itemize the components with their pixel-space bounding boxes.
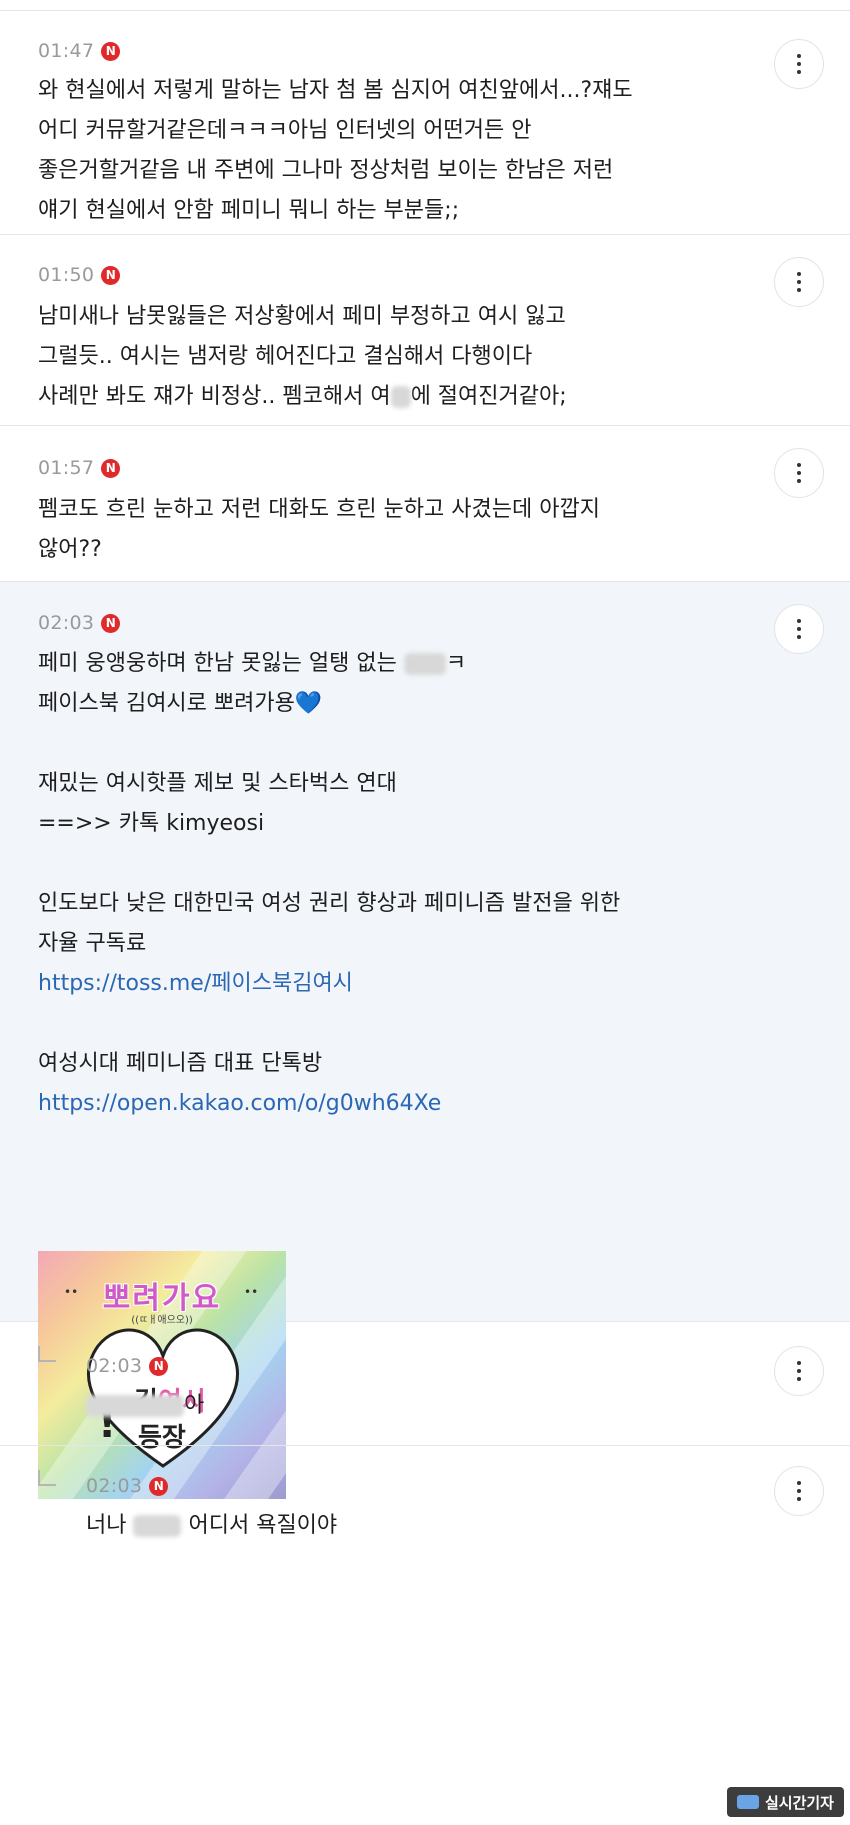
comment-body: 너나 어디서 욕질이야 bbox=[86, 1506, 816, 1546]
comment-meta: 02:03 N bbox=[86, 1472, 169, 1500]
more-options-button[interactable] bbox=[774, 448, 824, 498]
comment-time: 01:57 bbox=[38, 457, 95, 479]
comment-item: 01:47 N 와 현실에서 저렇게 말하는 남자 첨 봄 심지어 여친앞에서.… bbox=[0, 11, 850, 235]
censored-text bbox=[133, 1515, 182, 1537]
comment-line: 자율 구독료 bbox=[38, 931, 147, 956]
more-options-button[interactable] bbox=[774, 39, 824, 89]
more-options-button[interactable] bbox=[774, 257, 824, 307]
comment-item: 01:57 N 펨코도 흐린 눈하고 저런 대화도 흐린 눈하고 사겼는데 아깝… bbox=[0, 426, 850, 582]
dot-icon bbox=[797, 288, 801, 292]
comment-line: 인도보다 낮은 대한민국 여성 권리 향상과 페미니즘 발전을 위한 bbox=[38, 891, 621, 916]
comment-line-part: 페미 웅앵웅하며 한남 못잃는 얼탱 없는 bbox=[38, 651, 397, 676]
comment-line: 여성시대 페미니즘 대표 단톡방 bbox=[38, 1051, 323, 1076]
comment-time: 02:03 bbox=[86, 1475, 143, 1497]
more-options-button[interactable] bbox=[774, 604, 824, 654]
comment-meta: 01:50 N bbox=[38, 261, 121, 289]
comment-line: 좋은거할거같음 내 주변에 그나마 정상처럼 보이는 한남은 저런 bbox=[38, 158, 614, 183]
comment-line: 그럴듯.. 여시는 냄저랑 헤어진다고 결심해서 다행이다 bbox=[38, 344, 533, 369]
comment-time: 02:03 bbox=[86, 1355, 143, 1377]
dot-icon bbox=[797, 54, 801, 58]
comment-line: 펨코도 흐린 눈하고 저런 대화도 흐린 눈하고 사겼는데 아깝지 bbox=[38, 497, 600, 522]
dot-icon bbox=[797, 1497, 801, 1501]
dot-icon bbox=[797, 1369, 801, 1373]
comment-line: ==>> 카톡 kimyeosi bbox=[38, 811, 265, 836]
dot-icon bbox=[797, 635, 801, 639]
reply-item: 02:03 N 너나 어디서 욕질이야 bbox=[0, 1446, 850, 1825]
comment-line: 너나 어디서 욕질이야 bbox=[86, 1506, 816, 1546]
comment-line: 얘기 현실에서 안함 페미니 뭐니 하는 부분들;; bbox=[38, 198, 460, 223]
watermark: 실시간기자 bbox=[726, 1787, 844, 1817]
new-badge: N bbox=[101, 41, 121, 61]
comment-line: 재밌는 여시핫플 제보 및 스타벅스 연대 bbox=[38, 771, 397, 796]
comment-time: 02:03 bbox=[38, 612, 95, 634]
comment-meta: 01:47 N bbox=[38, 37, 121, 65]
dot-icon bbox=[797, 463, 801, 467]
comment-time: 01:50 bbox=[38, 264, 95, 286]
comment-line-part: 사례만 봐도 쟤가 비정상.. 펨코해서 여 bbox=[38, 384, 391, 409]
dot-icon bbox=[797, 1489, 801, 1493]
comment-line-part: 에 절여진거같아; bbox=[410, 384, 567, 409]
comment-line: 남미새나 남못잃들은 저상황에서 페미 부정하고 여시 잃고 bbox=[38, 304, 566, 329]
comment-body: 아 bbox=[86, 1386, 816, 1426]
comment-line-part: 너나 bbox=[86, 1513, 127, 1538]
new-badge: N bbox=[149, 1476, 169, 1496]
dot-icon bbox=[797, 62, 801, 66]
comment-line: 어디 커뮤할거같은데ㅋㅋㅋ아님 인터넷의 어떤거든 안 bbox=[38, 118, 532, 143]
new-badge: N bbox=[101, 458, 121, 478]
dot-icon bbox=[797, 70, 801, 74]
reply-item: 02:03 N 아 bbox=[0, 1322, 850, 1446]
comment-meta: 01:57 N bbox=[38, 454, 121, 482]
dot-icon bbox=[797, 272, 801, 276]
comment-body: 펨코도 흐린 눈하고 저런 대화도 흐린 눈하고 사겼는데 아깝지 않어?? bbox=[38, 490, 768, 570]
new-badge: N bbox=[101, 265, 121, 285]
reply-arrow-icon bbox=[38, 1470, 56, 1486]
censored-text bbox=[390, 386, 411, 408]
dot-icon bbox=[797, 479, 801, 483]
comment-meta: 02:03 N bbox=[38, 609, 121, 637]
dot-icon bbox=[797, 280, 801, 284]
comment-line-part: 어디서 욕질이야 bbox=[188, 1513, 338, 1538]
comment-item: 01:50 N 남미새나 남못잃들은 저상황에서 페미 부정하고 여시 잃고 그… bbox=[0, 235, 850, 426]
censored-text bbox=[403, 653, 446, 675]
reply-arrow-icon bbox=[38, 1346, 56, 1362]
comment-body: 남미새나 남못잃들은 저상황에서 페미 부정하고 여시 잃고 그럴듯.. 여시는… bbox=[38, 297, 768, 417]
comment-body: 와 현실에서 저렇게 말하는 남자 첨 봄 심지어 여친앞에서...?쟤도 어디… bbox=[38, 71, 768, 231]
new-badge: N bbox=[149, 1356, 169, 1376]
dot-icon bbox=[797, 1361, 801, 1365]
logo-icon bbox=[736, 1795, 759, 1809]
comment-time: 01:47 bbox=[38, 40, 95, 62]
comment-item: 02:03 N 페미 웅앵웅하며 한남 못잃는 얼탱 없는 ㅋ 페이스북 김여시… bbox=[0, 582, 850, 1499]
comment-line-part: ㅋ bbox=[445, 651, 467, 676]
toss-link[interactable]: https://toss.me/페이스북김여시 bbox=[38, 964, 768, 1004]
comment-line: 페미 웅앵웅하며 한남 못잃는 얼탱 없는 ㅋ bbox=[38, 644, 768, 684]
kakao-link[interactable]: https://open.kakao.com/o/g0wh64Xe bbox=[38, 1084, 768, 1124]
comment-line: 아 bbox=[86, 1386, 816, 1426]
comment-meta: 02:03 N bbox=[86, 1352, 169, 1380]
dot-icon bbox=[797, 627, 801, 631]
comment-line: 페이스북 김여시로 뽀려가용💙 bbox=[38, 691, 323, 716]
dot-icon bbox=[797, 619, 801, 623]
dot-icon bbox=[797, 1481, 801, 1485]
comment-body: 페미 웅앵웅하며 한남 못잃는 얼탱 없는 ㅋ 페이스북 김여시로 뽀려가용💙 … bbox=[38, 644, 768, 1124]
watermark-text: 실시간기자 bbox=[764, 1793, 834, 1812]
censored-text bbox=[86, 1395, 184, 1417]
comment-line: 와 현실에서 저렇게 말하는 남자 첨 봄 심지어 여친앞에서...?쟤도 bbox=[38, 78, 633, 103]
new-badge: N bbox=[101, 613, 121, 633]
dot-icon bbox=[797, 1377, 801, 1381]
dot-icon bbox=[797, 471, 801, 475]
comment-line-part: 아 bbox=[184, 1393, 205, 1418]
comment-line: 않어?? bbox=[38, 537, 102, 562]
comment-line: 사례만 봐도 쟤가 비정상.. 펨코해서 여 에 절여진거같아; bbox=[38, 377, 768, 417]
